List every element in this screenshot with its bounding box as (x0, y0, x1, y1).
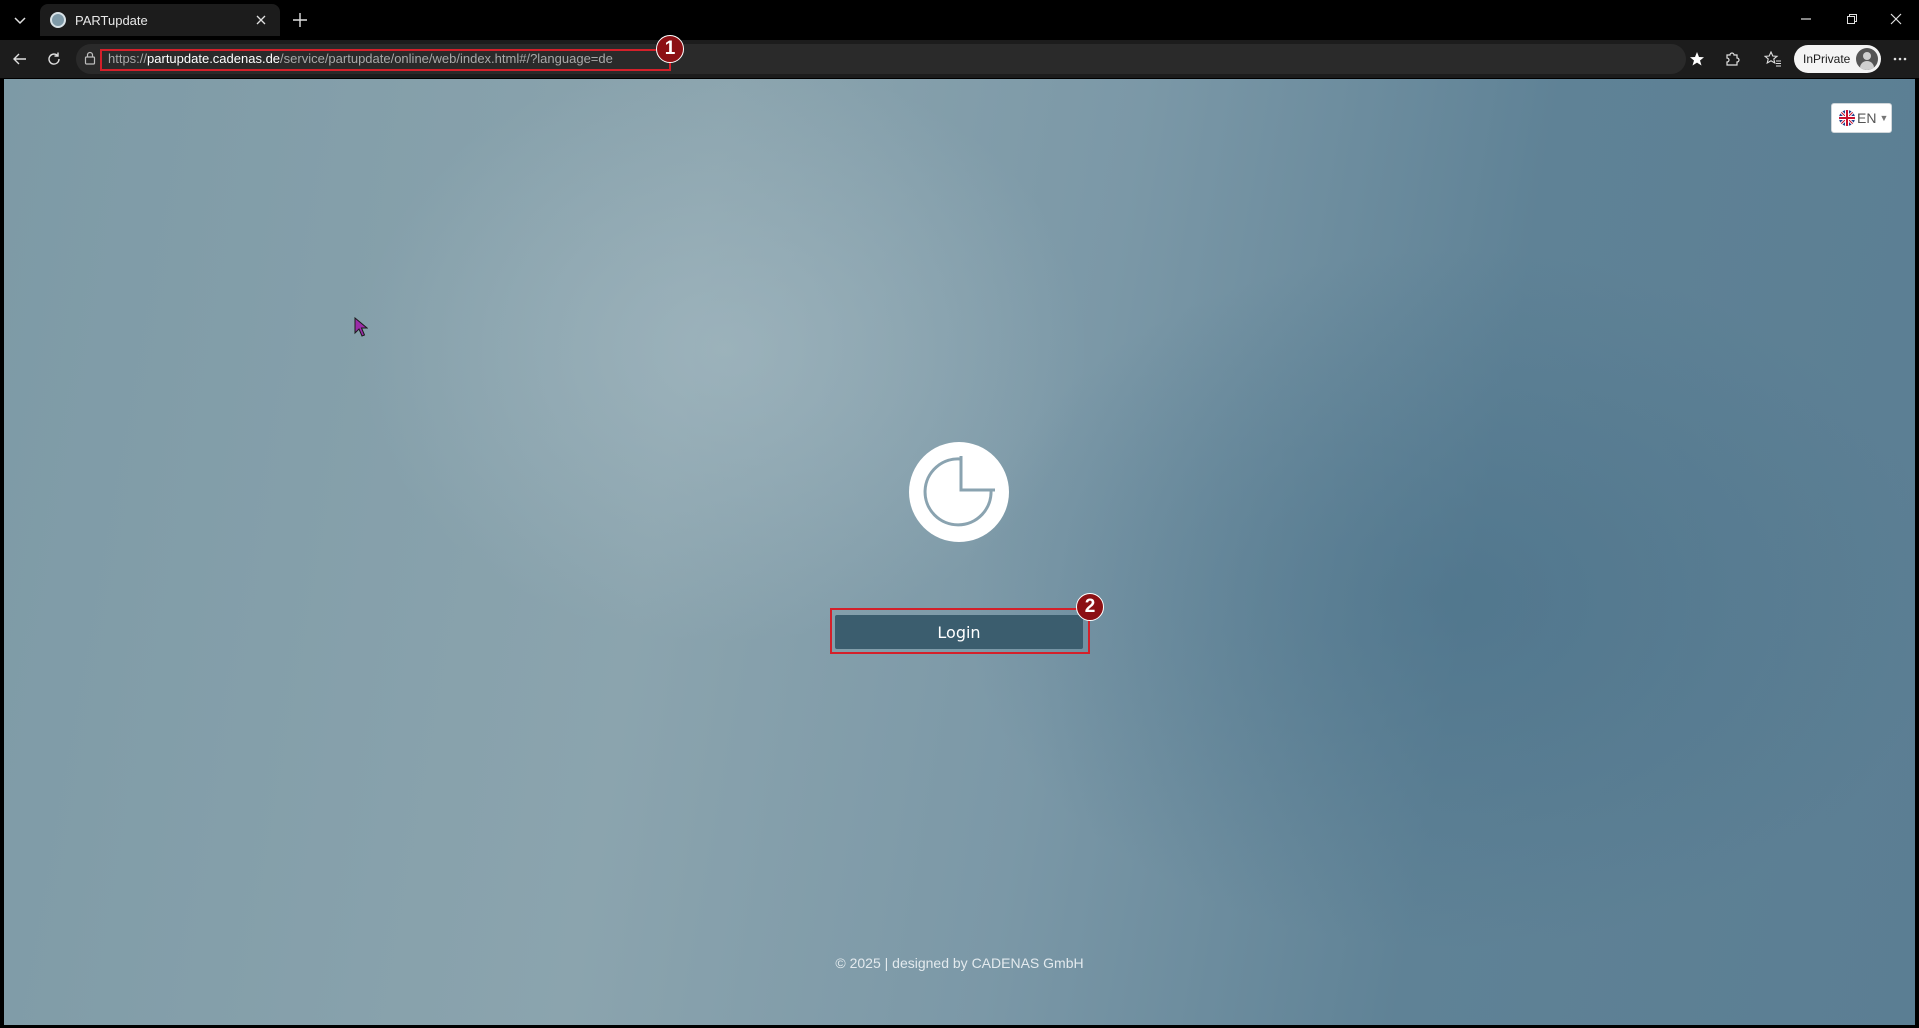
extensions-button[interactable] (1718, 45, 1746, 73)
refresh-button[interactable] (40, 45, 68, 73)
refresh-icon (48, 52, 60, 65)
star-icon (1690, 52, 1704, 66)
annotation-badge-2: 2 (1076, 593, 1104, 621)
inprivate-badge[interactable]: InPrivate (1794, 45, 1881, 73)
plus-icon (293, 13, 307, 27)
mouse-cursor-icon (354, 317, 368, 337)
footer-copyright: © 2025 | designed by CADENAS GmbH (835, 955, 1084, 971)
favicon-icon (50, 12, 66, 28)
tab-close-button[interactable] (252, 11, 270, 29)
close-icon (1890, 13, 1902, 25)
tab-list-button[interactable] (6, 6, 34, 34)
avatar (1856, 48, 1878, 70)
tab-title: PARTupdate (75, 12, 148, 28)
restore-button[interactable] (1829, 0, 1875, 38)
caret-down-icon: ▼ (1879, 113, 1889, 123)
puzzle-icon (1726, 52, 1740, 66)
language-selector[interactable]: EN ▼ (1831, 103, 1892, 133)
tab-partupdate[interactable]: PARTupdate (40, 4, 280, 36)
restore-icon (1847, 14, 1857, 24)
annotation-highlight-url (100, 49, 671, 71)
page-content: EN ▼ Login © 2025 | designed by CADENAS … (4, 79, 1915, 1025)
back-arrow-icon (13, 53, 26, 65)
inprivate-label: InPrivate (1803, 52, 1851, 66)
minimize-button[interactable] (1783, 0, 1829, 38)
tab-strip: PARTupdate (0, 0, 1919, 40)
annotation-badge-1: 1 (656, 35, 684, 63)
new-tab-button[interactable] (286, 6, 314, 34)
favorite-star-button[interactable] (1683, 45, 1711, 73)
close-window-button[interactable] (1873, 0, 1919, 38)
favorites-list-icon (1764, 51, 1781, 67)
more-dots-icon (1893, 57, 1907, 61)
language-code: EN (1857, 110, 1877, 126)
chevron-down-icon (14, 17, 26, 25)
lock-icon (84, 51, 96, 65)
partupdate-logo (909, 442, 1009, 542)
back-button[interactable] (6, 45, 34, 73)
more-options-button[interactable] (1886, 45, 1914, 73)
minimize-icon (1801, 18, 1811, 20)
uk-flag-icon (1839, 110, 1855, 126)
favorites-button[interactable] (1759, 45, 1787, 73)
close-icon (256, 15, 266, 25)
annotation-highlight-login (830, 608, 1090, 654)
